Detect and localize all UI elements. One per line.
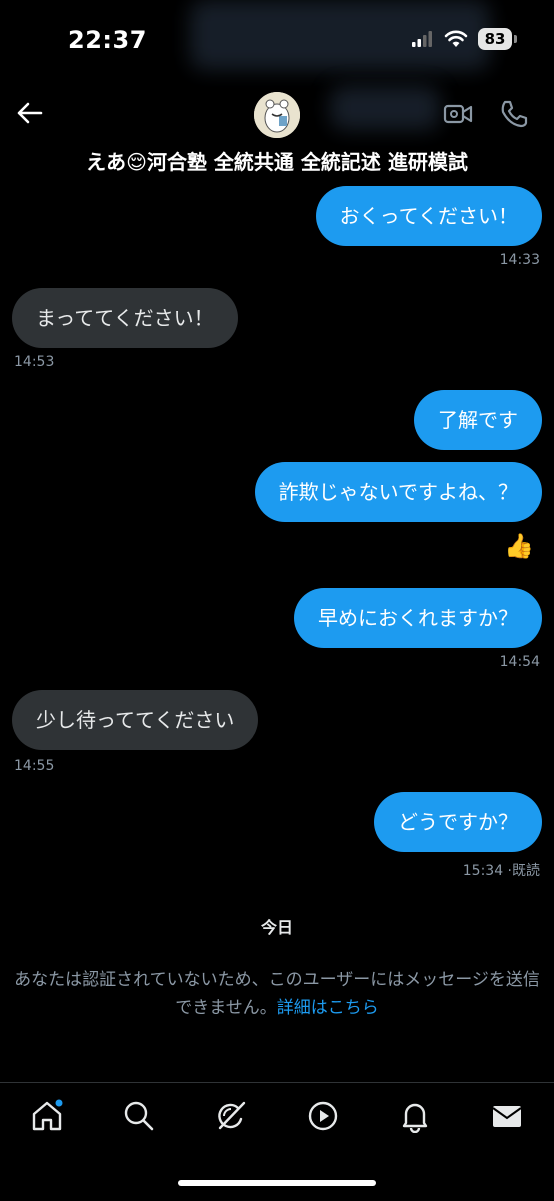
reaction-thumbs-up[interactable]: 👍	[504, 532, 534, 560]
battery-indicator: 83	[478, 28, 517, 50]
phone-call-icon[interactable]	[498, 98, 530, 130]
message-timestamp: 14:55	[14, 758, 55, 774]
message-timestamp: 14:53	[14, 354, 55, 370]
message-bubble-outgoing[interactable]: おくってください！	[315, 186, 542, 246]
message-bubble-outgoing[interactable]: 早めにおくれますか？	[294, 588, 542, 648]
search-icon[interactable]	[122, 1099, 156, 1133]
conversation-title[interactable]: えあ😌河合塾 全統共通 全統記述 進研模試	[0, 146, 554, 175]
day-separator: 今日	[260, 918, 293, 937]
video-call-icon[interactable]	[442, 98, 474, 130]
avatar[interactable]	[254, 92, 300, 138]
notification-dot	[55, 1099, 63, 1107]
message-bubble-incoming[interactable]: まっててください！	[12, 288, 238, 348]
message-bubble-incoming[interactable]: 少し待っててください	[12, 690, 259, 750]
message-bubble-outgoing[interactable]: 了解です	[414, 390, 542, 450]
bell-icon[interactable]	[398, 1099, 432, 1133]
message-bubble-outgoing[interactable]: 詐欺じゃないですよね、？	[254, 462, 542, 522]
wifi-icon	[444, 30, 468, 47]
message-bubble-outgoing[interactable]: どうですか？	[374, 792, 542, 852]
cannot-message-notice: あなたは認証されていないため、このユーザーにはメッセージを送信できません。詳細は…	[14, 966, 540, 1022]
mail-icon[interactable]	[490, 1099, 524, 1133]
status-time: 22:37	[68, 26, 147, 54]
message-timestamp-read: 15:34 ·既読	[462, 863, 540, 879]
learn-more-link[interactable]: 詳細はこちら	[277, 998, 379, 1018]
avatar-illustration-icon	[254, 92, 300, 138]
play-icon[interactable]	[306, 1099, 340, 1133]
message-timestamp: 14:54	[499, 654, 540, 670]
message-timestamp: 14:33	[499, 252, 540, 268]
back-arrow-icon[interactable]	[14, 98, 44, 128]
home-indicator[interactable]	[178, 1180, 376, 1186]
status-icons: 83	[412, 28, 517, 50]
signal-icon	[412, 31, 432, 47]
grok-icon[interactable]	[214, 1099, 248, 1133]
home-icon[interactable]	[30, 1099, 64, 1133]
blurred-area	[330, 86, 440, 130]
